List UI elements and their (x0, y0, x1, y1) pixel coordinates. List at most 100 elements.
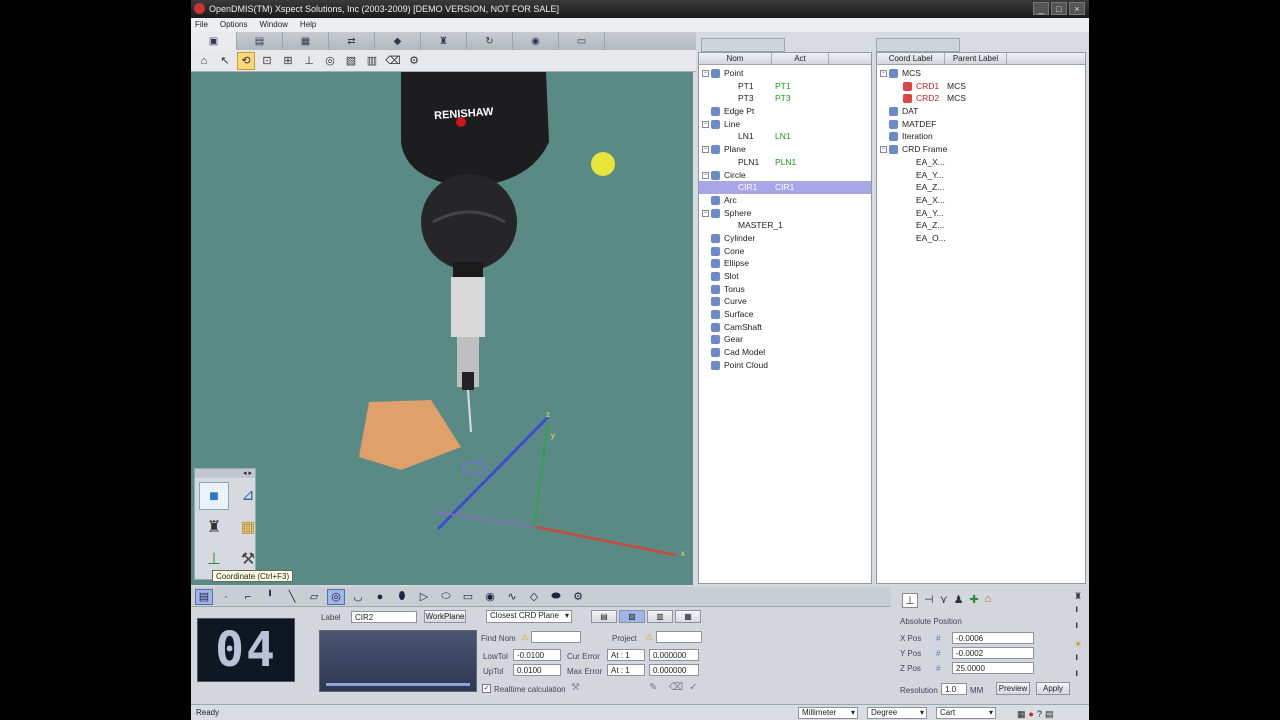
line-icon[interactable]: ╲ (283, 589, 301, 605)
tab-stylus[interactable]: ♜ (421, 32, 467, 50)
zoom-window-icon[interactable]: ⊞ (279, 52, 297, 70)
rotate-icon[interactable]: ⟲ (237, 51, 255, 70)
confirm-icon[interactable]: ✓ (689, 682, 697, 693)
feature-list-icon[interactable]: ▤ (195, 588, 213, 605)
circle-icon[interactable]: ◎ (327, 588, 345, 605)
section-icon[interactable]: ▥ (363, 52, 381, 70)
uptol-input[interactable] (513, 664, 561, 676)
tab-machine[interactable]: ▣ (191, 32, 237, 50)
angle-select[interactable]: Degree (867, 707, 927, 719)
minimize-button[interactable]: _ (1033, 2, 1049, 15)
feature-row[interactable]: Surface (699, 308, 871, 321)
coord-select[interactable]: Cart (936, 707, 996, 719)
lowtol-input[interactable] (513, 649, 561, 661)
cube-icon[interactable]: ■ (199, 482, 229, 510)
feature-row[interactable]: Gear (699, 333, 871, 346)
coord-row[interactable]: EA_O... (877, 232, 1085, 245)
feature-row[interactable]: PT1 PT1 (699, 80, 871, 93)
zoom-fit-icon[interactable]: ⊡ (258, 52, 276, 70)
tab-color[interactable]: ◆ (375, 32, 421, 50)
feature-row[interactable]: PLN1 PLN1 (699, 156, 871, 169)
feature-row[interactable]: − Line (699, 118, 871, 131)
tab-table-display[interactable]: ▥ (647, 610, 673, 623)
collapse-toggle-icon[interactable]: − (880, 70, 887, 77)
menu-window[interactable]: Window (259, 18, 287, 32)
tab-coordinates[interactable] (876, 38, 960, 52)
col-coord-label[interactable]: Coord Label (877, 53, 945, 64)
feature-row[interactable]: Cone (699, 245, 871, 258)
feature-row[interactable]: Slot (699, 270, 871, 283)
calc-icon[interactable]: ⚒ (571, 682, 580, 693)
status-log-icon[interactable]: ▤ (1045, 707, 1054, 720)
feature-row[interactable]: − Plane (699, 143, 871, 156)
3d-viewport[interactable]: RENISHAW z y x ◂ ▸ ■ ⊿ ♜ ▦ ⊥ ⚒ Coordinat… (191, 72, 693, 585)
feature-row[interactable]: − Point (699, 67, 871, 80)
add-point-icon[interactable]: ✚ (970, 593, 979, 608)
cylinder-icon[interactable]: ⬮ (393, 589, 411, 605)
feature-row[interactable]: Cad Model (699, 346, 871, 359)
coord-row[interactable]: EA_X... (877, 156, 1085, 169)
side-probe-icon[interactable]: ♜ (1074, 591, 1088, 602)
side-tip-icon[interactable]: ╹ (1074, 607, 1088, 618)
palette-controls[interactable]: ◂ ▸ (195, 469, 255, 478)
select-arrow-icon[interactable]: ↖ (216, 52, 234, 70)
probe-icon[interactable]: ♜ (199, 514, 229, 542)
y-pos-input[interactable] (952, 647, 1034, 659)
feature-row[interactable]: − Sphere (699, 207, 871, 220)
tab-probe[interactable]: ⇄ (329, 32, 375, 50)
status-record-icon[interactable]: ● (1029, 707, 1034, 720)
collapse-toggle-icon[interactable]: − (702, 120, 709, 128)
edit-icon[interactable]: ✎ (649, 682, 657, 693)
apply-button[interactable]: Apply (1036, 682, 1070, 695)
tab-document[interactable]: ▤ (237, 32, 283, 50)
box-icon[interactable]: ▦ (233, 514, 263, 542)
plane-select[interactable]: Closest CRD Plane (486, 610, 572, 623)
menu-options[interactable]: Options (220, 18, 248, 32)
stylus-icon[interactable]: ╹ (261, 589, 279, 605)
position-mode-icon[interactable]: ⊥ (902, 593, 918, 608)
find-nom-input[interactable] (531, 631, 581, 643)
side-tip3-icon[interactable]: ╹ (1074, 655, 1088, 666)
collapse-toggle-icon[interactable]: − (880, 146, 887, 154)
collapse-toggle-icon[interactable]: − (702, 171, 709, 179)
coord-row[interactable]: CRD1 MCS (877, 80, 1085, 93)
tab-display[interactable]: ▭ (559, 32, 605, 50)
feature-row[interactable]: Arc (699, 194, 871, 207)
render-icon[interactable]: ▧ (342, 52, 360, 70)
feature-row[interactable]: MASTER_1 (699, 219, 871, 232)
probe-settings-icon[interactable]: ⚙ (405, 52, 423, 70)
coord-row[interactable]: EA_Z... (877, 219, 1085, 232)
plane-icon[interactable]: ▱ (305, 589, 323, 605)
trash-icon[interactable]: ⌫ (384, 52, 402, 70)
feature-row[interactable]: Edge Pt (699, 105, 871, 118)
feature-row[interactable]: Point Cloud (699, 359, 871, 372)
status-help-icon[interactable]: ? (1037, 707, 1042, 720)
side-tip4-icon[interactable]: ╹ (1074, 671, 1088, 682)
feature-row[interactable]: LN1 LN1 (699, 130, 871, 143)
caliper-icon[interactable]: ⊿ (233, 482, 263, 510)
col-nom[interactable]: Nom (699, 53, 772, 64)
status-grid-icon[interactable]: ▦ (1017, 707, 1026, 720)
camshaft-icon[interactable]: ⬬ (547, 589, 565, 605)
feature-row[interactable]: Torus (699, 283, 871, 296)
curve-icon[interactable]: ∿ (503, 589, 521, 605)
collapse-toggle-icon[interactable]: − (702, 146, 709, 154)
slot-icon[interactable]: ▭ (459, 589, 477, 605)
coord-row[interactable]: MATDEF (877, 118, 1085, 131)
tab-refresh[interactable]: ↻ (467, 32, 513, 50)
col-parent-label[interactable]: Parent Label (945, 53, 1007, 64)
axis-icon[interactable]: ⊥ (300, 52, 318, 70)
col-act[interactable]: Act (772, 53, 829, 64)
feature-row[interactable]: CamShaft (699, 321, 871, 334)
workplane-button[interactable]: WorkPlane (424, 610, 466, 623)
collapse-toggle-icon[interactable]: − (702, 70, 709, 77)
eye-icon[interactable]: ◎ (321, 52, 339, 70)
coord-row[interactable]: EA_X... (877, 194, 1085, 207)
menu-file[interactable]: File (195, 18, 208, 32)
menu-help[interactable]: Help (300, 18, 316, 32)
coord-row[interactable]: − CRD Frame (877, 143, 1085, 156)
preview-button[interactable]: Preview (996, 682, 1030, 695)
edge-point-icon[interactable]: ⌐ (239, 589, 257, 605)
label-input[interactable] (351, 611, 417, 623)
tab-report-display[interactable]: ▦ (675, 610, 701, 623)
